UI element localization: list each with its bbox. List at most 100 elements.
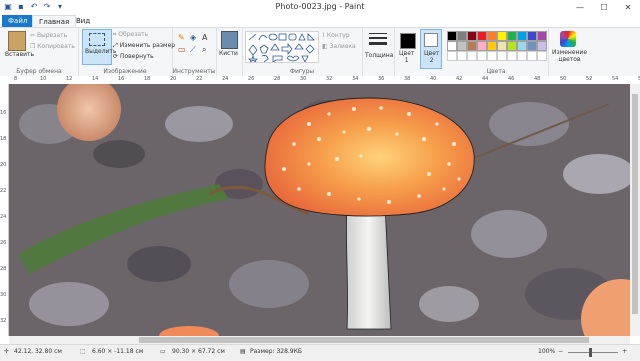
custom-palette-swatch[interactable]: [517, 51, 527, 61]
ruler-tick-label: 30: [300, 76, 307, 82]
ruler-tick-label: 54: [612, 76, 619, 82]
custom-palette-swatch[interactable]: [457, 51, 467, 61]
ruler-tick-label: 8: [14, 76, 18, 82]
tab-view[interactable]: Вид: [70, 15, 96, 27]
copy-label: Копировать: [37, 43, 75, 50]
custom-palette-swatch[interactable]: [487, 51, 497, 61]
file-size: Размер: 328.9КБ: [250, 348, 302, 355]
ruler-tick-label: 16: [118, 76, 125, 82]
palette-swatch[interactable]: [467, 31, 477, 41]
minimize-button[interactable]: —: [568, 0, 592, 15]
zoom-slider-track[interactable]: [568, 352, 618, 353]
resize-button[interactable]: ⤢ Изменить размер: [113, 42, 175, 50]
edit-colors-icon[interactable]: [560, 31, 576, 47]
palette-swatch[interactable]: [537, 41, 547, 51]
status-bar: ✛ 42.12, 32.80 см ⬚ 6.60 × -11.18 см ▭ 9…: [0, 344, 640, 361]
ribbon: Вставить ✂ Вырезать ❐ Копировать Буфер о…: [0, 27, 640, 77]
fill-label: Заливка: [329, 43, 356, 50]
vertical-scroll-thumb[interactable]: [632, 94, 638, 314]
palette-swatch[interactable]: [477, 41, 487, 51]
zoom-slider-thumb[interactable]: [589, 348, 592, 357]
custom-palette-swatch[interactable]: [497, 51, 507, 61]
maximize-button[interactable]: ☐: [592, 0, 616, 15]
outline-button[interactable]: ⌇ Контур: [322, 32, 350, 39]
palette-swatch[interactable]: [527, 31, 537, 41]
magnifier-icon[interactable]: ⌕: [202, 45, 206, 55]
size-button[interactable]: Толщина: [365, 52, 393, 59]
custom-palette-swatch[interactable]: [507, 51, 517, 61]
palette-swatch[interactable]: [517, 41, 527, 51]
pencil-icon[interactable]: ✎: [178, 33, 185, 42]
size-line-3: [369, 42, 387, 45]
fill-icon[interactable]: ◈: [190, 33, 196, 42]
palette-swatch[interactable]: [527, 41, 537, 51]
text-icon[interactable]: A: [202, 33, 207, 42]
horizontal-scrollbar[interactable]: [9, 336, 630, 344]
palette-swatch[interactable]: [497, 41, 507, 51]
ruler-tick-label: 48: [534, 76, 541, 82]
shapes-gallery[interactable]: [245, 31, 319, 63]
palette-swatch[interactable]: [457, 41, 467, 51]
image-size: 90.30 × 67.72 см: [172, 348, 225, 355]
fill-button[interactable]: ◧ Заливка: [322, 43, 356, 50]
ribbon-tabs: Файл Главная Вид: [0, 15, 640, 27]
palette-swatch[interactable]: [507, 31, 517, 41]
zoom-in-button[interactable]: +: [622, 348, 627, 355]
custom-palette-swatch[interactable]: [447, 51, 457, 61]
crop-button[interactable]: ⌗ Обрезать: [113, 31, 148, 39]
color-picker-icon[interactable]: ⟋: [190, 45, 196, 55]
edit-colors-button[interactable]: Изменение цветов: [552, 49, 587, 63]
close-button[interactable]: ✕: [616, 0, 640, 15]
color2-button[interactable]: Цвет 2: [420, 29, 442, 69]
vertical-scrollbar[interactable]: [630, 84, 640, 336]
rotate-button[interactable]: ⟳ Повернуть: [113, 53, 154, 60]
rotate-label: Повернуть: [119, 53, 154, 60]
colors-group-label: Цвета: [486, 68, 506, 75]
custom-palette-swatch[interactable]: [477, 51, 487, 61]
ruler-tick-label: 28: [0, 266, 7, 272]
copy-button[interactable]: ❐ Копировать: [30, 43, 75, 50]
edit-colors-group: Изменение цветов: [548, 28, 590, 76]
horizontal-scroll-thumb[interactable]: [139, 337, 589, 343]
image-size-icon: ▭: [160, 348, 166, 355]
brushes-button[interactable]: Кисти: [219, 50, 238, 57]
ruler-tick-label: 44: [482, 76, 489, 82]
ruler-tick-label: 20: [0, 162, 7, 168]
shapes-group-label: Фигуры: [289, 68, 315, 75]
zoom-out-button[interactable]: −: [558, 348, 563, 355]
colors-group: Цвета: [444, 28, 549, 76]
canvas[interactable]: [9, 84, 640, 336]
palette-swatch[interactable]: [457, 31, 467, 41]
palette-swatch[interactable]: [447, 41, 457, 51]
cut-button[interactable]: ✂ Вырезать: [30, 32, 67, 39]
selection-size: 6.60 × -11.18 см: [92, 348, 144, 355]
custom-palette-swatch[interactable]: [537, 51, 547, 61]
custom-palette-swatch[interactable]: [527, 51, 537, 61]
palette-swatch[interactable]: [507, 41, 517, 51]
color1-label: Цвет 1: [399, 50, 415, 64]
size-group: Толщина: [362, 28, 395, 76]
eraser-icon[interactable]: ▭: [178, 45, 186, 54]
select-button[interactable]: Выделить: [82, 29, 116, 65]
palette-swatch[interactable]: [467, 41, 477, 51]
brush-icon[interactable]: [221, 31, 238, 49]
file-size-icon: ▤: [240, 348, 246, 355]
ruler-tick-label: 24: [222, 76, 229, 82]
palette-swatch[interactable]: [487, 31, 497, 41]
palette-swatch[interactable]: [537, 31, 547, 41]
palette-swatch[interactable]: [497, 31, 507, 41]
paste-icon[interactable]: [8, 31, 26, 51]
ruler-tick-label: 46: [508, 76, 515, 82]
color-selectors: Цвет 1 Цвет 2: [394, 28, 444, 76]
palette-swatch[interactable]: [477, 31, 487, 41]
image-group-label: Изображение: [103, 68, 147, 75]
color1-button[interactable]: Цвет 1: [398, 31, 416, 67]
custom-palette-swatch[interactable]: [467, 51, 477, 61]
tab-file[interactable]: Файл: [2, 15, 34, 27]
ruler-tick-label: 10: [40, 76, 47, 82]
ruler-tick-label: 36: [378, 76, 385, 82]
paste-button[interactable]: Вставить: [5, 51, 34, 58]
palette-swatch[interactable]: [517, 31, 527, 41]
palette-swatch[interactable]: [447, 31, 457, 41]
palette-swatch[interactable]: [487, 41, 497, 51]
